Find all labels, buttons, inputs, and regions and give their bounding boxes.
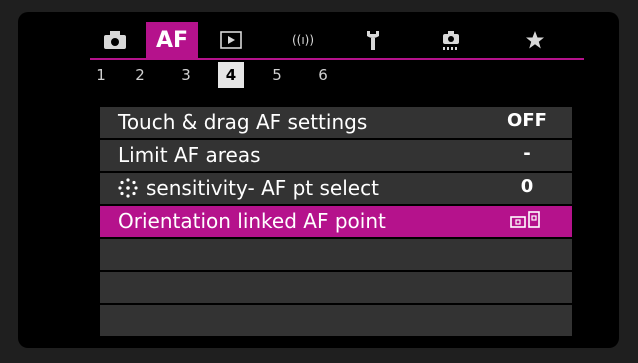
subtab-5[interactable]: 5 <box>264 62 290 88</box>
orientation-af-point-icon <box>510 211 540 228</box>
menu-tab-bar: AF ((ı)) <box>90 22 584 58</box>
tab-af-label: AF <box>155 27 189 53</box>
subtab-1[interactable]: 1 <box>88 62 114 88</box>
menu-item-orientation-linked-af-point[interactable]: Orientation linked AF point <box>100 206 572 237</box>
menu-item-sensitivity-af-pt-select[interactable]: sensitivity- AF pt select 0 <box>100 173 572 204</box>
subtab-bar: 1 2 3 4 5 6 <box>90 62 584 88</box>
menu-list: Touch & drag AF settings OFF Limit AF ar… <box>100 107 572 338</box>
menu-item-label-wrap: sensitivity- AF pt select <box>118 176 379 200</box>
tab-camera[interactable] <box>90 22 140 58</box>
menu-item-value: 0 <box>520 176 534 197</box>
subtab-4[interactable]: 4 <box>218 62 244 88</box>
menu-item-label: Orientation linked AF point <box>118 209 386 233</box>
tab-underline <box>90 58 584 60</box>
menu-item-touch-drag-af[interactable]: Touch & drag AF settings OFF <box>100 107 572 138</box>
camera-menu-screen: AF ((ı)) 1 2 3 4 5 6 Touch & drag AF set… <box>18 12 619 348</box>
menu-item-empty <box>100 305 572 336</box>
tab-custom-functions[interactable] <box>426 22 476 58</box>
subtab-2[interactable]: 2 <box>127 62 153 88</box>
tab-my-menu[interactable] <box>510 22 560 58</box>
menu-item-empty <box>100 239 572 270</box>
subtab-3[interactable]: 3 <box>173 62 199 88</box>
subtab-6[interactable]: 6 <box>310 62 336 88</box>
menu-item-value-wrap <box>482 211 572 234</box>
tab-setup[interactable] <box>348 22 398 58</box>
wireless-icon: ((ı)) <box>291 33 315 47</box>
playback-icon <box>220 31 242 49</box>
menu-item-value: - <box>523 143 531 164</box>
custom-function-icon <box>443 31 459 50</box>
menu-item-empty <box>100 272 572 303</box>
menu-item-label: Limit AF areas <box>118 143 261 167</box>
menu-item-limit-af-areas[interactable]: Limit AF areas - <box>100 140 572 171</box>
wrench-icon <box>367 31 379 50</box>
tab-playback[interactable] <box>206 22 256 58</box>
menu-item-label: Touch & drag AF settings <box>118 110 368 134</box>
camera-icon <box>104 31 126 49</box>
multi-controller-icon <box>118 178 138 198</box>
tab-af[interactable]: AF <box>146 22 198 58</box>
star-icon <box>526 31 544 49</box>
menu-item-label: sensitivity- AF pt select <box>146 176 379 200</box>
tab-wireless[interactable]: ((ı)) <box>278 22 328 58</box>
menu-item-value: OFF <box>507 110 547 131</box>
